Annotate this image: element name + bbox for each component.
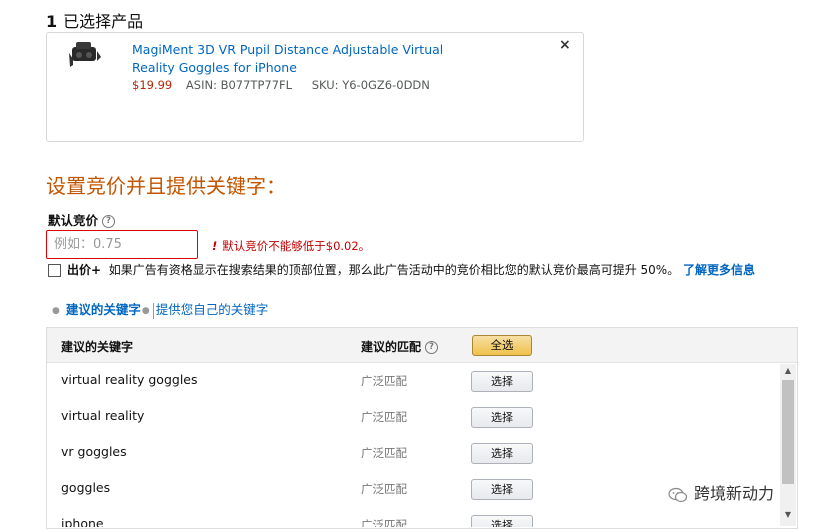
default-bid-label: 默认竞价? bbox=[48, 210, 116, 229]
wechat-icon bbox=[668, 487, 688, 502]
bid-plus-checkbox[interactable] bbox=[48, 264, 61, 277]
column-header-keyword: 建议的关键字 bbox=[61, 340, 134, 354]
watermark-text: 跨境新动力 bbox=[694, 484, 775, 503]
bid-plus-description: 如果广告有资格显示在搜索结果的顶部位置，那么此广告活动中的竞价相比您的默认竞价最… bbox=[108, 263, 680, 277]
help-icon[interactable]: ? bbox=[102, 215, 116, 228]
watermark: 跨境新动力 bbox=[668, 480, 774, 504]
match-type: 广泛匹配 bbox=[361, 410, 407, 424]
keyword-text: goggles bbox=[61, 480, 111, 495]
tab-divider bbox=[152, 302, 154, 319]
bid-plus-label: 出价+ bbox=[67, 263, 102, 277]
bullet-icon: ● bbox=[141, 305, 150, 316]
select-all-button[interactable]: 全选 bbox=[472, 335, 532, 356]
default-bid-error: ! 默认竞价不能够低于$0.02。 bbox=[212, 238, 370, 254]
default-bid-label-text: 默认竞价 bbox=[48, 213, 99, 228]
selected-label: 已选择产品 bbox=[63, 12, 144, 31]
select-keyword-button[interactable]: 选择 bbox=[471, 479, 533, 500]
match-type: 广泛匹配 bbox=[361, 518, 407, 527]
bid-plus-row: 出价+ 如果广告有资格显示在搜索结果的顶部位置，那么此广告活动中的竞价相比您的默… bbox=[48, 261, 755, 278]
scroll-down-arrow-icon[interactable]: ▼ bbox=[780, 510, 796, 522]
select-keyword-button[interactable]: 选择 bbox=[471, 443, 533, 464]
keyword-text: iphone bbox=[61, 516, 104, 527]
column-header-match-text: 建议的匹配 bbox=[361, 340, 422, 354]
keyword-text: vr goggles bbox=[61, 444, 127, 459]
product-sku: SKU: Y6-0GZ6-0DDN bbox=[311, 78, 430, 92]
section-title: 设置竞价并且提供关键字： bbox=[46, 174, 286, 198]
select-keyword-button[interactable]: 选择 bbox=[471, 407, 533, 428]
error-text: 默认竞价不能够低于$0.02。 bbox=[222, 239, 371, 253]
column-header-match: 建议的匹配? bbox=[361, 338, 439, 355]
table-row: vr goggles 广泛匹配 选择 bbox=[47, 435, 780, 472]
keyword-table-header: 建议的关键字 建议的匹配? 全选 bbox=[47, 328, 797, 363]
match-type: 广泛匹配 bbox=[361, 482, 407, 496]
keyword-text: virtual reality goggles bbox=[61, 372, 198, 387]
default-bid-input[interactable] bbox=[46, 230, 198, 259]
select-keyword-button[interactable]: 选择 bbox=[471, 515, 533, 527]
product-price: $19.99 bbox=[132, 78, 173, 92]
match-type: 广泛匹配 bbox=[361, 374, 407, 388]
product-meta: $19.99 ASIN: B077TP77FL SKU: Y6-0GZ6-0DD… bbox=[132, 78, 430, 92]
learn-more-link[interactable]: 了解更多信息 bbox=[683, 263, 755, 277]
remove-product-close-icon[interactable]: × bbox=[559, 37, 571, 53]
table-row: iphone 广泛匹配 选择 bbox=[47, 507, 780, 527]
match-type: 广泛匹配 bbox=[361, 446, 407, 460]
tab-suggested-keywords[interactable]: 建议的关键字 bbox=[66, 302, 141, 317]
scroll-up-arrow-icon[interactable]: ▲ bbox=[780, 366, 796, 378]
table-row: virtual reality 广泛匹配 选择 bbox=[47, 399, 780, 436]
product-card: MagiMent 3D VR Pupil Distance Adjustable… bbox=[46, 32, 584, 142]
table-row: virtual reality goggles 广泛匹配 选择 bbox=[47, 363, 780, 400]
selected-count: 1 bbox=[46, 12, 58, 31]
product-image bbox=[69, 42, 101, 67]
table-scrollbar[interactable]: ▲ ▼ bbox=[780, 364, 796, 526]
error-icon: ! bbox=[212, 239, 218, 253]
selected-products-heading: 1 已选择产品 bbox=[46, 8, 143, 32]
product-title-link[interactable]: MagiMent 3D VR Pupil Distance Adjustable… bbox=[132, 41, 482, 77]
tab-own-keywords[interactable]: 提供您自己的关键字 bbox=[156, 302, 269, 317]
bullet-icon: ● bbox=[52, 305, 60, 316]
scroll-thumb[interactable] bbox=[782, 380, 794, 484]
help-icon[interactable]: ? bbox=[425, 341, 439, 354]
keyword-text: virtual reality bbox=[61, 408, 145, 423]
select-keyword-button[interactable]: 选择 bbox=[471, 371, 533, 392]
keyword-tabs: ● 建议的关键字● 提供您自己的关键字 bbox=[52, 299, 268, 319]
product-asin: ASIN: B077TP77FL bbox=[185, 78, 293, 92]
